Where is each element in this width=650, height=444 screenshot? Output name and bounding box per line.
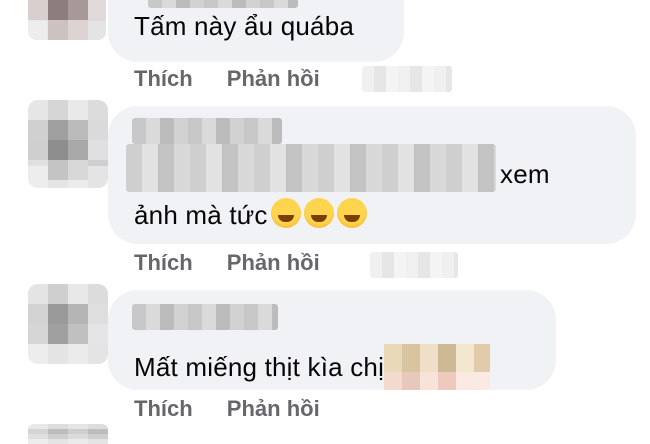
comment-actions: Thích Phản hồi bbox=[134, 66, 348, 92]
reply-button[interactable]: Phản hồi bbox=[227, 66, 320, 91]
avatar[interactable] bbox=[28, 100, 108, 188]
like-button[interactable]: Thích bbox=[134, 396, 193, 421]
comment-bubble: Tấm này ẩu quába bbox=[108, 0, 404, 62]
comment-text-line: Mất miếng thịt kìa chị bbox=[134, 344, 491, 390]
mentioned-user-blurred[interactable] bbox=[384, 344, 491, 390]
comment-text-line2: ảnh mà tức bbox=[134, 198, 367, 231]
timestamp-blurred[interactable] bbox=[362, 66, 452, 92]
laughing-emoji-icon bbox=[303, 198, 334, 228]
comment-bubble: Mất miếng thịt kìa chị bbox=[108, 290, 556, 390]
avatar[interactable] bbox=[28, 0, 106, 40]
comment-actions: Thích Phản hồi bbox=[134, 250, 348, 276]
laughing-emoji-icon bbox=[336, 198, 367, 228]
comment-text-blurred bbox=[126, 144, 496, 192]
avatar[interactable] bbox=[28, 284, 108, 364]
avatar[interactable] bbox=[28, 424, 108, 444]
comment-text: Mất miếng thịt kìa chị bbox=[134, 352, 385, 382]
comment-bubble: xem ảnh mà tức bbox=[108, 106, 636, 244]
comment-text-line1-suffix: xem bbox=[500, 159, 550, 189]
commenter-name-blurred[interactable] bbox=[132, 304, 278, 330]
laughing-emoji-icon bbox=[270, 198, 301, 228]
comment-actions: Thích Phản hồi bbox=[134, 396, 348, 422]
commenter-name-blurred[interactable] bbox=[132, 118, 282, 144]
like-button[interactable]: Thích bbox=[134, 250, 193, 275]
comment-text: ảnh mà tức bbox=[134, 200, 268, 230]
reply-button[interactable]: Phản hồi bbox=[227, 250, 320, 275]
comment-text: Tấm này ẩu quába bbox=[134, 11, 355, 41]
reply-button[interactable]: Phản hồi bbox=[227, 396, 320, 421]
like-button[interactable]: Thích bbox=[134, 66, 193, 91]
commenter-name-blurred[interactable] bbox=[148, 0, 298, 8]
timestamp-blurred[interactable] bbox=[370, 252, 458, 278]
